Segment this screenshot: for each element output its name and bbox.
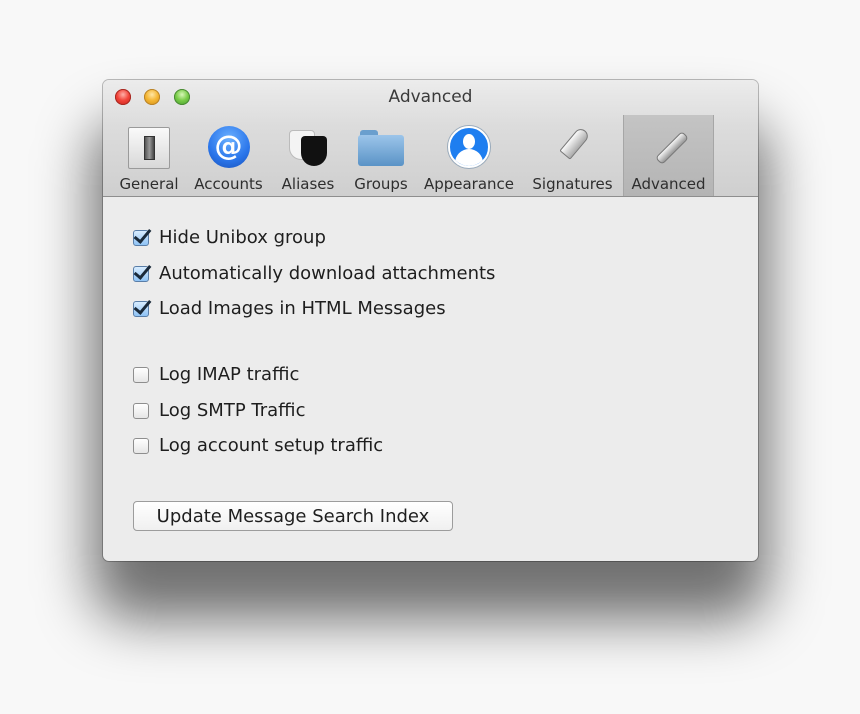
auto-download-attachments-option[interactable]: Automatically download attachments [133,263,495,284]
checkbox-label: Load Images in HTML Messages [159,298,446,319]
log-account-setup-option[interactable]: Log account setup traffic [133,435,383,456]
tab-label: Appearance [423,175,515,193]
preferences-window: Advanced General @ Accounts Aliases Grou… [103,80,758,561]
tab-appearance[interactable]: Appearance [416,115,522,196]
tab-label: Accounts [194,175,263,193]
tab-groups[interactable]: Groups [346,115,416,196]
load-images-option[interactable]: Load Images in HTML Messages [133,298,446,319]
update-search-index-button[interactable]: Update Message Search Index [133,501,453,531]
auto-download-attachments-checkbox[interactable] [133,265,149,282]
checkbox-label: Hide Unibox group [159,227,326,248]
log-imap-option[interactable]: Log IMAP traffic [133,364,299,385]
user-silhouette-icon [446,124,492,170]
log-smtp-checkbox[interactable] [133,402,149,419]
wrench-icon [646,124,692,170]
theater-masks-icon [285,124,331,170]
tab-label: General [119,175,179,193]
checkbox-label: Log SMTP Traffic [159,400,306,421]
tab-accounts[interactable]: @ Accounts [187,115,270,196]
hide-unibox-group-option[interactable]: Hide Unibox group [133,227,326,248]
load-images-checkbox[interactable] [133,300,149,317]
preferences-toolbar: General @ Accounts Aliases Groups Appear… [111,115,714,196]
checkbox-label: Automatically download attachments [159,263,496,284]
light-switch-icon [126,124,172,170]
tab-signatures[interactable]: Signatures [522,115,623,196]
advanced-settings-pane: Hide Unibox group Automatically download… [103,197,758,561]
tab-label: Signatures [532,175,613,193]
log-smtp-option[interactable]: Log SMTP Traffic [133,400,305,421]
tab-label: Advanced [631,175,706,193]
hide-unibox-group-checkbox[interactable] [133,229,149,246]
fountain-pen-icon [550,124,596,170]
log-imap-checkbox[interactable] [133,366,149,383]
log-account-setup-checkbox[interactable] [133,437,149,454]
tab-aliases[interactable]: Aliases [270,115,346,196]
tab-advanced[interactable]: Advanced [623,115,714,196]
title-bar: Advanced General @ Accounts Aliases Grou… [103,80,758,197]
tab-general[interactable]: General [111,115,187,196]
folder-icon [358,124,404,170]
checkbox-label: Log account setup traffic [159,435,384,456]
window-title: Advanced [388,87,473,107]
checkbox-label: Log IMAP traffic [159,364,300,385]
tab-label: Aliases [281,175,335,193]
at-sign-icon: @ [206,124,252,170]
tab-label: Groups [354,175,408,193]
